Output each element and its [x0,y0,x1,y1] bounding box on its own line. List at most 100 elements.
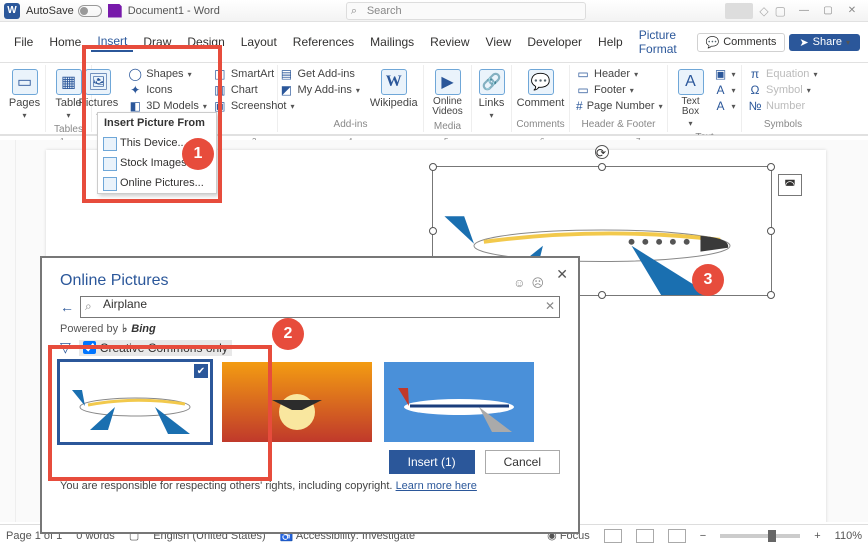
tab-design[interactable]: Design [181,33,230,51]
page-number-button[interactable]: #Page Number▾ [576,99,661,113]
tab-view[interactable]: View [480,33,518,51]
vertical-ruler[interactable] [0,140,16,522]
view-read-icon[interactable] [636,529,654,543]
tab-review[interactable]: Review [424,33,475,51]
tab-picture-format[interactable]: Picture Format [633,26,689,58]
tab-layout[interactable]: Layout [235,33,283,51]
comment-icon: 💬 [528,69,554,95]
resize-handle[interactable] [598,291,606,299]
step-badge-2: 2 [272,318,304,350]
word-app-icon: W [4,3,20,19]
comment-button[interactable]: 💬Comment [513,67,569,111]
quickparts-button[interactable]: ▣▾ [714,67,736,81]
tab-mailings[interactable]: Mailings [364,33,420,51]
tab-help[interactable]: Help [592,33,629,51]
cc-checkbox-input[interactable] [83,341,96,354]
clear-search-icon[interactable]: ✕ [545,299,555,313]
dialog-footer: You are responsible for respecting other… [46,474,574,498]
store-icon: ▤ [279,67,293,81]
search-results [46,362,574,442]
header-button[interactable]: ▭Header▾ [576,67,661,81]
3d-models-button[interactable]: ◧3D Models▾ [128,99,207,113]
wikipedia-button[interactable]: WWikipedia [366,67,422,111]
text-box-button[interactable]: AText Box▾ [674,67,708,130]
wordart-button[interactable]: A▾ [714,83,736,97]
dialog-feedback[interactable]: ☺☹ [513,276,544,290]
insert-button[interactable]: Insert (1) [389,450,475,474]
pages-button[interactable]: ▭Pages▾ [5,67,44,122]
footer-icon: ▭ [576,83,590,97]
online-videos-button[interactable]: ▶Online Videos [428,67,466,119]
view-print-icon[interactable] [604,529,622,543]
minimize-button[interactable]: — [792,1,816,21]
dropcap-button[interactable]: A▾ [714,99,736,113]
result-thumbnail-3[interactable] [384,362,534,442]
screenshot-icon: ▣ [213,99,227,113]
save-icon[interactable] [108,4,122,18]
smile-icon[interactable]: ☺ [513,276,525,290]
footer-button[interactable]: ▭Footer▾ [576,83,661,97]
share-icon: ➤ [799,36,808,49]
omega-icon: Ω [748,83,762,97]
get-addins-button[interactable]: ▤Get Add-ins [279,67,359,81]
autosave-toggle[interactable]: AutoSave [26,5,102,17]
rotate-handle-icon[interactable]: ⟳ [595,145,609,159]
tab-insert[interactable]: Insert [91,32,133,52]
dropdown-online-pictures[interactable]: Online Pictures... [98,173,216,193]
menu-tabs: File Home Insert Draw Design Layout Refe… [0,22,868,63]
video-icon: ▶ [435,69,461,95]
ribbon-display-icon[interactable]: ◇ [759,4,768,18]
icons-button[interactable]: ✦Icons [128,83,207,97]
page-icon: ▭ [12,69,38,95]
result-thumbnail-1[interactable] [60,362,210,442]
shapes-button[interactable]: ◯Shapes▾ [128,67,207,81]
cloud-icon[interactable]: ▢ [775,4,786,18]
tab-references[interactable]: References [287,33,360,51]
header-icon: ▭ [576,67,590,81]
frown-icon[interactable]: ☹ [531,276,544,290]
comments-button[interactable]: 💬Comments [697,33,786,52]
tab-developer[interactable]: Developer [521,33,588,51]
view-web-icon[interactable] [668,529,686,543]
resize-handle[interactable] [429,227,437,235]
search-input[interactable]: Search [346,2,586,20]
symbol-button[interactable]: ΩSymbol▾ [748,83,818,97]
maximize-button[interactable]: ▢ [816,1,840,21]
my-addins-button[interactable]: ◩My Add-ins▾ [279,83,359,97]
zoom-in-icon[interactable]: + [814,530,820,542]
addins-icon: ◩ [279,83,293,97]
learn-more-link[interactable]: Learn more here [396,480,477,492]
user-avatar[interactable] [725,3,753,19]
zoom-slider[interactable] [720,534,800,538]
equation-button[interactable]: πEquation▾ [748,67,818,81]
resize-handle[interactable] [767,163,775,171]
tab-file[interactable]: File [8,33,39,51]
resize-handle[interactable] [767,227,775,235]
group-header-footer: Header & Footer [582,117,656,130]
resize-handle[interactable] [598,163,606,171]
share-button[interactable]: ➤Share▾ [789,34,860,51]
dialog-close-button[interactable]: ✕ [556,266,568,283]
resize-handle[interactable] [767,291,775,299]
close-button[interactable]: ✕ [840,1,864,21]
number-button[interactable]: №Number [748,99,818,113]
creative-commons-checkbox[interactable]: Creative Commons only [79,340,232,356]
resize-handle[interactable] [429,163,437,171]
tab-home[interactable]: Home [43,33,87,51]
result-thumbnail-2[interactable] [222,362,372,442]
tab-draw[interactable]: Draw [137,33,177,51]
links-button[interactable]: 🔗Links▾ [475,67,509,122]
powered-by-label: Powered by ♭Bing [46,320,574,337]
dropdown-header: Insert Picture From [98,113,216,133]
group-comments: Comments [516,117,564,130]
zoom-level[interactable]: 110% [835,530,862,542]
dialog-search-input[interactable]: ⌕ Airplane ✕ [80,296,560,318]
toggle-switch-icon[interactable] [78,5,102,17]
cancel-button[interactable]: Cancel [485,450,560,474]
filter-icon[interactable]: ▽ [60,339,71,356]
wikipedia-icon: W [381,69,407,95]
textbox-icon: A [678,69,704,95]
back-button[interactable]: ← [60,299,74,315]
zoom-out-icon[interactable]: − [700,530,706,542]
layout-options-button[interactable]: ◚ [778,174,802,196]
